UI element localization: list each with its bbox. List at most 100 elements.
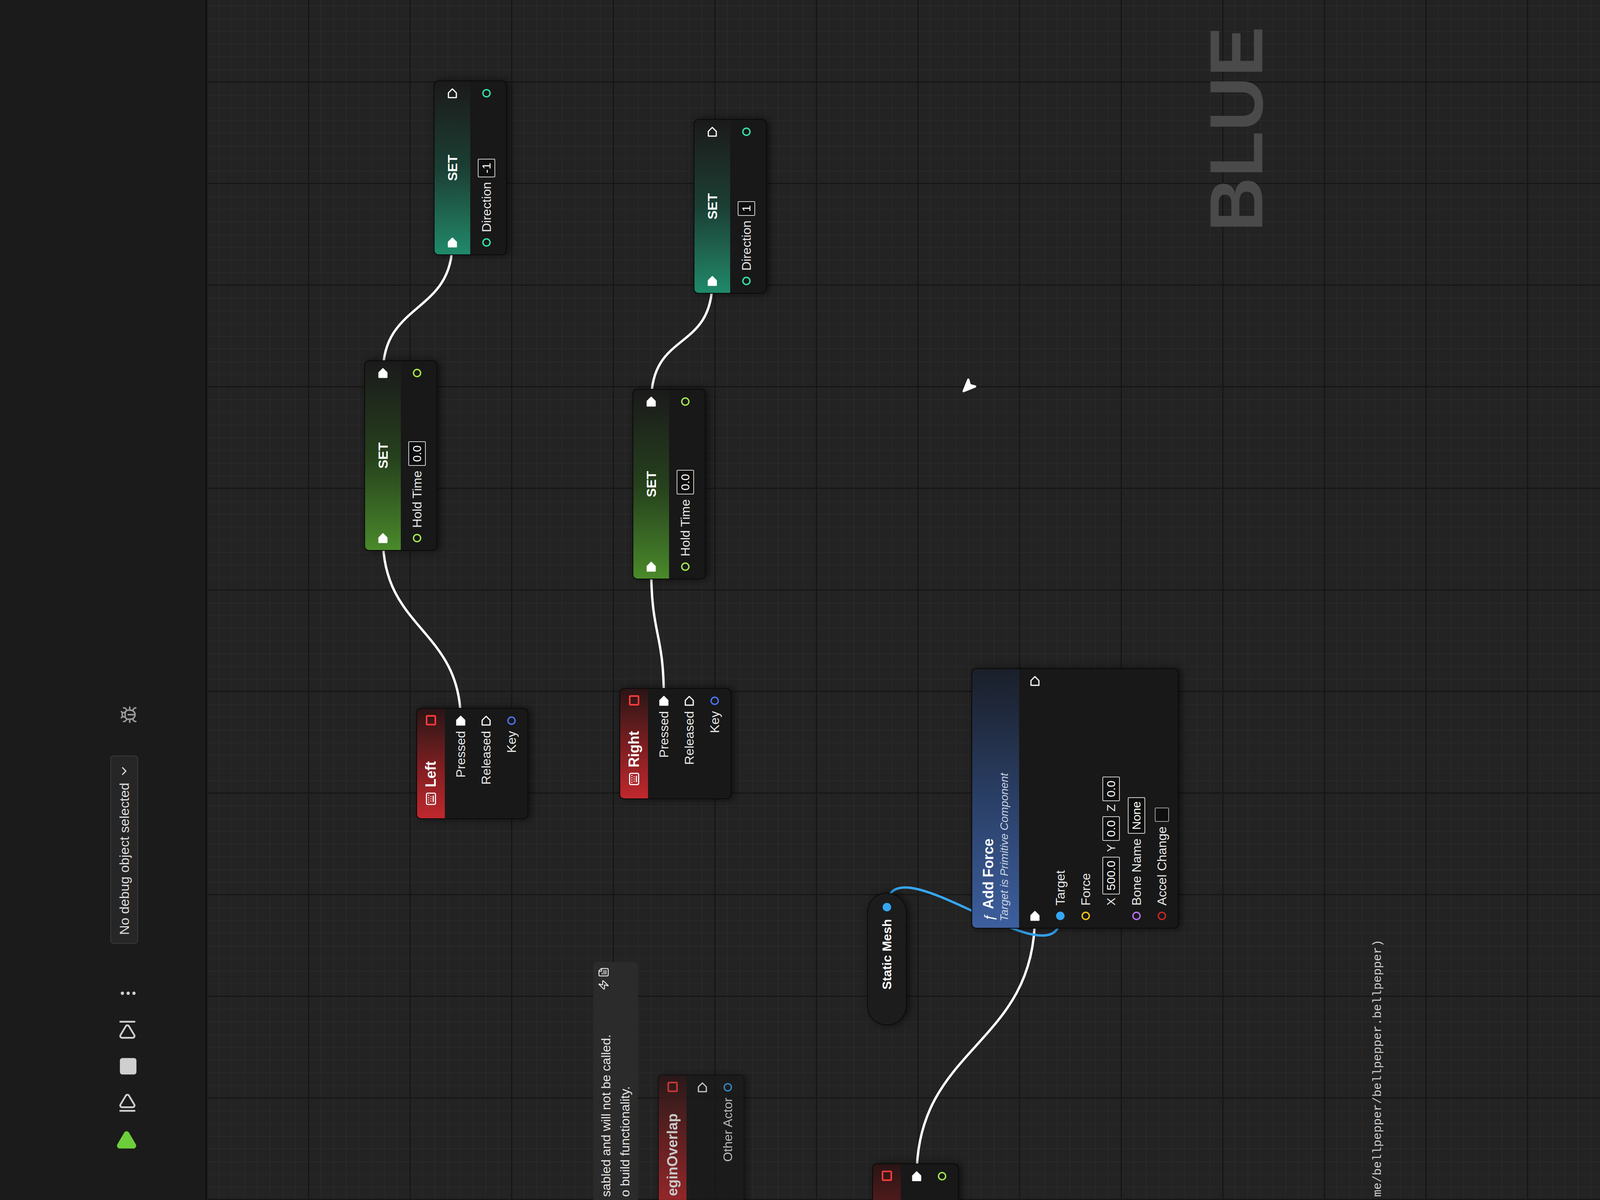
data-pin-icon[interactable]: [411, 532, 423, 544]
data-pin-icon[interactable]: [936, 1170, 948, 1182]
event-node[interactable]: RightPressedReleasedKey: [619, 688, 732, 800]
exec-pin-icon[interactable]: [377, 532, 389, 544]
data-pin-icon[interactable]: [1054, 910, 1066, 922]
output-pin-row[interactable]: Key: [498, 708, 525, 819]
input-pin-row[interactable]: Force: [1073, 669, 1099, 928]
exec-pin-icon[interactable]: [645, 396, 657, 408]
input-pin-row[interactable]: Bone NameNone: [1123, 669, 1150, 928]
data-pin-icon[interactable]: [1156, 910, 1168, 922]
vector-field[interactable]: Z0.0: [1102, 776, 1120, 812]
exec-pin-icon[interactable]: [377, 367, 389, 379]
variable-row[interactable]: Direction1: [730, 119, 766, 293]
event-node[interactable]: eginOverlapOther Actor: [657, 1074, 745, 1200]
data-pin-icon[interactable]: [1130, 910, 1143, 922]
exec-wire[interactable]: [651, 280, 713, 402]
value-field[interactable]: 500.0: [1102, 856, 1120, 895]
checkbox[interactable]: [1154, 807, 1170, 822]
exec-pin-icon[interactable]: [1029, 675, 1041, 687]
data-pin-icon[interactable]: [679, 561, 691, 573]
exec-pin-icon[interactable]: [683, 695, 695, 707]
exec-pin-icon[interactable]: [645, 561, 657, 573]
eject-icon[interactable]: [116, 1019, 139, 1041]
value-field[interactable]: 1: [737, 201, 756, 216]
node-title: SET: [445, 98, 460, 237]
exec-wire[interactable]: [651, 566, 664, 701]
output-pin-row[interactable]: [689, 1075, 716, 1200]
exec-wire[interactable]: [382, 538, 461, 721]
variable-row[interactable]: Hold Time0.0: [400, 361, 437, 550]
variable-row[interactable]: Direction-1: [470, 81, 506, 255]
output-pin-row[interactable]: Other Actor: [715, 1075, 741, 1200]
more-icon[interactable]: [118, 983, 139, 1004]
event-node[interactable]: Left PressedReleasedKey: [416, 707, 529, 820]
set-node[interactable]: SET Direction-1: [433, 80, 507, 256]
value-field[interactable]: None: [1127, 797, 1146, 834]
vector-fields-row: X500.0 Y0.0 Z0.0: [1098, 669, 1124, 928]
output-pin-row[interactable]: Released: [473, 708, 499, 819]
output-pin-row[interactable]: Key: [701, 688, 728, 799]
debug-filter-icon[interactable]: [119, 705, 139, 724]
exec-pin-icon[interactable]: [1029, 910, 1041, 922]
data-pin-icon[interactable]: [709, 695, 721, 707]
output-pin-row[interactable]: Released: [676, 688, 702, 799]
value-field[interactable]: 0.0: [1102, 816, 1120, 841]
play-icon[interactable]: [115, 1129, 139, 1153]
exec-pin-icon[interactable]: [446, 87, 458, 99]
variable-row[interactable]: Hold Time0.0: [669, 389, 705, 579]
exec-pin-icon[interactable]: [696, 1081, 708, 1093]
function-node[interactable]: ƒAdd ForceTarget is Primitive Component T…: [971, 668, 1179, 929]
graph-canvas[interactable]: BLUE sabled and will not be called.o buil…: [206, 0, 1600, 1200]
value-field[interactable]: -1: [477, 158, 496, 178]
data-pin-icon[interactable]: [740, 275, 752, 287]
exec-wire[interactable]: [916, 915, 1035, 1177]
set-node[interactable]: SETHold Time0.0: [632, 388, 706, 580]
exec-pin-icon[interactable]: [658, 695, 670, 707]
node-title: Static Mesh: [880, 919, 894, 990]
data-pin-icon[interactable]: [722, 1081, 734, 1093]
data-pin-icon[interactable]: [1080, 910, 1092, 922]
node-title: SET: [376, 378, 390, 533]
data-pin-icon[interactable]: [881, 901, 893, 913]
exec-pin-icon[interactable]: [446, 236, 458, 249]
data-pin-icon[interactable]: [679, 396, 691, 408]
output-pin-row[interactable]: [929, 1164, 955, 1200]
function-icon: ƒ: [981, 913, 996, 922]
exec-pin-icon[interactable]: [706, 275, 718, 287]
value-field[interactable]: 0.0: [676, 469, 695, 495]
output-pin-row[interactable]: [903, 1164, 930, 1200]
step-icon[interactable]: [116, 1092, 139, 1114]
input-pin-row[interactable]: Accel Change: [1149, 669, 1175, 928]
debug-object-dropdown[interactable]: No debug object selected: [110, 755, 139, 944]
node-header: ƒAdd ForceTarget is Primitive Component: [972, 669, 1020, 928]
output-pin-row[interactable]: Pressed: [448, 708, 474, 819]
data-pin-icon[interactable]: [505, 715, 518, 727]
watermark: BLUE: [1198, 26, 1274, 232]
data-pin-icon[interactable]: [480, 236, 493, 249]
input-pin-row[interactable]: Target: [1047, 669, 1074, 928]
set-node[interactable]: SETDirection1: [693, 119, 767, 294]
set-node[interactable]: SET Hold Time0.0: [364, 360, 438, 551]
data-pin-icon[interactable]: [411, 367, 423, 379]
keyboard-icon: [627, 772, 641, 786]
exec-row[interactable]: [1022, 669, 1048, 928]
data-pin-icon[interactable]: [740, 126, 752, 138]
pin-list: Other Actor: [686, 1075, 744, 1200]
output-pin-row[interactable]: Pressed: [651, 688, 677, 799]
pin-list: PressedReleasedKey: [648, 688, 731, 799]
variable-getter-node[interactable]: Static Mesh: [867, 892, 907, 1026]
disabled-notice: sabled and will not be called.o build fu…: [593, 961, 638, 1200]
screen: No debug object selected BLUE sabled and w…: [0, 0, 1600, 1200]
exec-pin-icon[interactable]: [911, 1170, 923, 1182]
event-node[interactable]: [872, 1163, 959, 1200]
vector-field[interactable]: Y0.0: [1102, 816, 1120, 852]
stop-icon[interactable]: [118, 1056, 139, 1077]
exec-pin-icon[interactable]: [455, 715, 467, 727]
exec-wire[interactable]: [382, 242, 453, 374]
value-field[interactable]: 0.0: [408, 441, 426, 466]
node-title: Left: [423, 761, 439, 788]
vector-field[interactable]: X500.0: [1102, 856, 1120, 906]
data-pin-icon[interactable]: [480, 87, 493, 99]
value-field[interactable]: 0.0: [1102, 776, 1120, 802]
exec-pin-icon[interactable]: [706, 126, 718, 138]
exec-pin-icon[interactable]: [480, 715, 492, 727]
